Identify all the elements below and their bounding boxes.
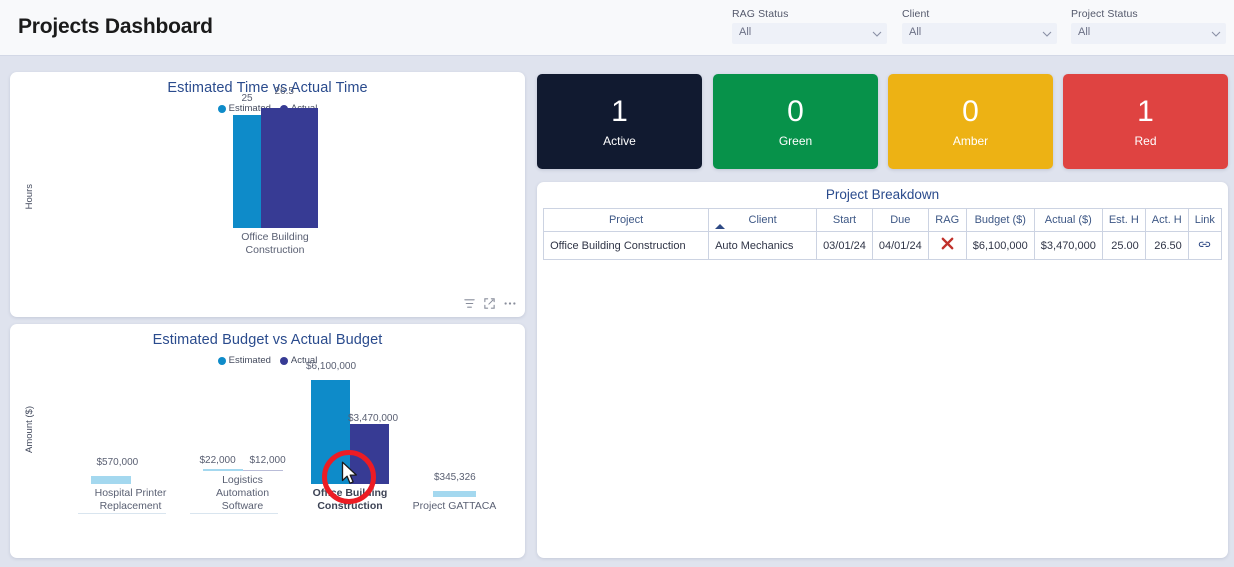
- table-row[interactable]: Office Building Construction Auto Mechan…: [543, 231, 1222, 260]
- bar-estimated[interactable]: [232, 115, 261, 228]
- kpi-label-active: Active: [603, 133, 636, 148]
- column-header-actual[interactable]: Actual ($): [1033, 208, 1103, 232]
- bar-estimated[interactable]: [202, 469, 243, 471]
- filter-value-project-status: All: [1078, 26, 1091, 38]
- kpi-card-active[interactable]: 1 Active: [537, 74, 702, 169]
- category-label-hospital-printer-replacement: Hospital Printer Replacement: [94, 487, 167, 512]
- filter-value-rag-status: All: [739, 26, 752, 38]
- cell-start: 03/01/24: [816, 231, 873, 260]
- category-label-office-building-construction: Office Building Construction: [312, 487, 388, 512]
- kpi-label-amber: Amber: [952, 133, 989, 148]
- filter-label-client: Client: [902, 8, 930, 20]
- bar-value-estimated: $570,000: [96, 457, 139, 468]
- filter-rag-status: RAG Status All: [732, 8, 887, 44]
- plot-area-budget: $570,000 Hospital Printer Replacement $2…: [10, 361, 525, 555]
- visual-toolbar-time-chart: [463, 297, 517, 315]
- filter-value-client: All: [909, 26, 922, 38]
- filter-label-project-status: Project Status: [1071, 8, 1138, 20]
- plot-area-time: 25 26.5 Office Building Construction: [10, 86, 525, 287]
- category-label-office-building-construction: Office Building Construction: [241, 231, 309, 256]
- cell-budget: $6,100,000: [965, 231, 1035, 260]
- cell-act-h: 26.50: [1144, 231, 1189, 260]
- table-header-row: Project Client Start Due RAG Budget ($) …: [543, 208, 1222, 232]
- kpi-value-red: 1: [1137, 94, 1154, 128]
- kpi-value-green: 0: [787, 94, 804, 128]
- chevron-down-icon: [872, 29, 882, 38]
- column-header-project[interactable]: Project: [543, 208, 710, 232]
- category-baseline: [190, 513, 278, 514]
- column-header-start[interactable]: Start: [816, 208, 873, 232]
- bar-actual[interactable]: [350, 424, 389, 484]
- rag-red-cross-icon: [940, 237, 955, 255]
- chart-card-estimated-budget-vs-actual-budget: Estimated Budget vs Actual Budget Estima…: [10, 324, 525, 558]
- category-label-logistics-automation-software: Logistics Automation Software: [215, 474, 270, 512]
- table-card-project-breakdown: Project Breakdown Project Client Start D…: [537, 182, 1228, 558]
- bar-estimated[interactable]: [433, 491, 476, 497]
- bar-value-estimated: $6,100,000: [306, 361, 357, 372]
- sort-ascending-icon: [715, 224, 726, 229]
- column-header-act-h[interactable]: Act. H: [1144, 208, 1189, 232]
- chart-title-time: Estimated Time vs Actual Time: [167, 80, 368, 96]
- filter-dropdown-rag-status[interactable]: All: [732, 23, 887, 44]
- bar-group-office-building-construction: $6,100,000 $3,470,000 Office Building Co…: [295, 361, 405, 513]
- category-label-project-gattaca: Project GATTACA: [412, 500, 497, 512]
- filter-project-status: Project Status All: [1071, 8, 1226, 44]
- chevron-down-icon: [1042, 29, 1052, 38]
- filter-client: Client All: [902, 8, 1057, 44]
- kpi-label-green: Green: [778, 133, 813, 148]
- filter-label-rag-status: RAG Status: [732, 8, 789, 20]
- bar-estimated[interactable]: [311, 380, 350, 484]
- chart-card-estimated-time-vs-actual-time: Estimated Time vs Actual Time Estimated …: [10, 72, 525, 317]
- category-baseline: [78, 513, 166, 514]
- bar-value-actual: $12,000: [249, 455, 286, 466]
- cell-rag: [927, 231, 967, 260]
- column-header-budget[interactable]: Budget ($): [965, 208, 1035, 232]
- kpi-card-green[interactable]: 0 Green: [713, 74, 878, 169]
- bar-value-actual: 26.5: [274, 86, 294, 97]
- filter-dropdown-project-status[interactable]: All: [1071, 23, 1226, 44]
- cell-actual: $3,470,000: [1033, 231, 1103, 260]
- chart-title-budget: Estimated Budget vs Actual Budget: [152, 332, 383, 348]
- bar-group-project-gattaca: $345,326 Project GATTACA: [402, 377, 507, 513]
- bar-estimated[interactable]: [90, 476, 131, 484]
- bar-group-logistics-automation-software: $22,000 $12,000 Logistics Automation Sof…: [190, 351, 295, 514]
- column-header-client-label: Client: [748, 214, 777, 226]
- bar-group-office-building-construction: 25 26.5 Office Building Construction: [220, 86, 330, 257]
- page-title: Projects Dashboard: [18, 15, 213, 38]
- kpi-card-red[interactable]: 1 Red: [1063, 74, 1228, 169]
- bar-value-actual: $3,470,000: [348, 413, 399, 424]
- more-options-icon[interactable]: [503, 297, 517, 315]
- cell-due: 04/01/24: [871, 231, 929, 260]
- bar-value-estimated: 25: [241, 93, 253, 104]
- cell-project: Office Building Construction: [543, 231, 710, 260]
- kpi-label-red: Red: [1134, 133, 1157, 148]
- column-header-due[interactable]: Due: [871, 208, 929, 232]
- bar-value-estimated: $345,326: [434, 472, 476, 483]
- app-header: Projects Dashboard RAG Status All Client…: [0, 0, 1234, 56]
- bar-group-hospital-printer-replacement: $570,000 Hospital Printer Replacement: [78, 364, 183, 514]
- bar-value-estimated: $22,000: [199, 455, 236, 466]
- column-header-client[interactable]: Client: [708, 208, 818, 232]
- focus-mode-icon[interactable]: [483, 297, 496, 315]
- column-header-est-h[interactable]: Est. H: [1101, 208, 1146, 232]
- filter-dropdown-client[interactable]: All: [902, 23, 1057, 44]
- kpi-value-amber: 0: [962, 94, 979, 128]
- kpi-card-amber[interactable]: 0 Amber: [888, 74, 1053, 169]
- cell-est-h: 25.00: [1101, 231, 1146, 260]
- cell-client: Auto Mechanics: [708, 231, 818, 260]
- column-header-rag[interactable]: RAG: [927, 208, 967, 232]
- bar-actual[interactable]: [260, 108, 318, 228]
- bar-actual[interactable]: [242, 470, 283, 471]
- table-title: Project Breakdown: [825, 187, 940, 202]
- cell-link[interactable]: [1187, 231, 1222, 260]
- link-icon[interactable]: [1198, 241, 1211, 253]
- chevron-down-icon: [1211, 29, 1221, 38]
- column-header-link[interactable]: Link: [1187, 208, 1222, 232]
- filter-icon[interactable]: [463, 297, 476, 315]
- kpi-value-active: 1: [611, 94, 628, 128]
- project-breakdown-table: Project Client Start Due RAG Budget ($) …: [543, 208, 1222, 260]
